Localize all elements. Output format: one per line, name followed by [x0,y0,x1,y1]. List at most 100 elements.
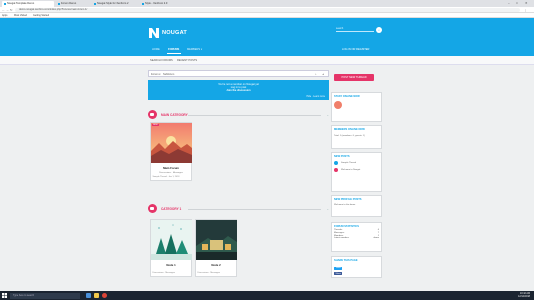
forum-filter-select[interactable]: Forum ▾ [151,73,161,76]
forum-card[interactable]: Node 2 Discussions · Messages [195,219,237,277]
share-page-block: SHARE THIS PAGE Tweet Share [331,256,382,278]
category-divider [188,115,321,116]
minimize-icon[interactable]: – [508,1,510,5]
taskbar-clock[interactable]: 10:42 AM 12/14/2018 [518,292,530,298]
forum-thumbnail [196,220,237,260]
category-header: CATEGORY 1 ⌄ [148,204,329,214]
category-divider [188,209,321,210]
maximize-icon[interactable]: □ [516,1,518,5]
stat-label: Latest member: [334,237,350,240]
forward-arrow-icon[interactable]: → [6,8,9,12]
notice-join-link[interactable]: Join the discussion [148,89,329,92]
forum-counts: Discussions · Messages [197,272,220,274]
task-view-icon[interactable] [86,293,91,298]
forum-statistics-block: FORUM STATISTICS Threads: 4 Messages: 7 Me… [331,222,382,252]
forum-title[interactable]: Node 2 [196,263,236,267]
close-icon[interactable]: ✕ [525,1,528,5]
chrome-icon[interactable] [102,293,107,298]
members-online-block: MEMBERS ONLINE NOW Total: 1 (members: 0,… [331,125,382,149]
search-underline [336,31,374,32]
category-header: MAIN CATEGORY ⌄ [148,110,329,120]
subforum-filter[interactable]: Subforum [163,73,174,76]
tweet-button[interactable]: Tweet [334,266,343,270]
nav-members[interactable]: MEMBERS ▾ [187,48,202,51]
forum-card[interactable]: Node 1 Discussions · Messages [150,219,192,277]
site-header: NOUGAT search ⌕ HOME FORUMS MEMBERS ▾ LO… [0,18,534,56]
forum-title[interactable]: Main Forum [151,166,191,170]
block-title: SHARE THIS PAGE [334,259,358,262]
browser-tab-label: Nougat Template Demo [7,2,35,5]
forum-title[interactable]: Node 1 [151,263,191,267]
reload-icon[interactable]: ↻ [10,8,13,12]
search-input[interactable]: search [336,27,343,30]
clock-date: 12/14/2018 [518,295,530,299]
sub-navigation: SEARCH FORUMS RECENT POSTS [0,56,534,65]
nav-active-indicator [167,53,181,54]
header-search[interactable]: search [336,26,380,32]
category-title[interactable]: CATEGORY 1 [161,207,181,211]
bookmark-item[interactable]: Most Visited [14,14,27,17]
site-brand[interactable]: NOUGAT [162,30,187,36]
forum-thumbnail [151,220,192,260]
login-register-link[interactable]: LOG IN OR REGISTER [342,48,369,51]
block-title: MEMBERS ONLINE NOW [334,128,365,131]
night-lanterns-illustration [196,220,237,260]
category-title[interactable]: MAIN CATEGORY [161,113,188,117]
back-arrow-icon[interactable]: ← [2,8,5,12]
new-post-title[interactable]: Welcome to Nougat [339,169,362,172]
new-posts-block: NEW POSTS Sample Thread Welcome to Nouga… [331,152,382,192]
new-post-item[interactable]: Welcome to Nougat [332,168,381,172]
block-title: NEW POSTS [334,155,350,158]
stat-row: Latest member: demo [332,237,381,240]
stat-value[interactable]: demo [374,237,379,240]
block-title: NEW PROFILE POSTS [334,198,362,201]
site-favicon-icon [141,2,144,6]
browser-tab-label: Style - XenForo 2.0 [145,2,168,5]
nav-forums[interactable]: FORUMS [168,48,179,51]
forum-counts: Discussions · Messages [152,272,175,274]
category-chat-icon [148,110,157,119]
os-taskbar: Type here to search 10:42 AM 12/14/2018 [0,291,534,300]
nougat-logo-icon[interactable] [148,27,160,39]
block-title: STAFF ONLINE NOW [334,95,360,98]
profile-post-item[interactable]: Welcome to the demo [332,204,381,207]
forum-thumbnail: NEW [151,123,192,163]
search-forums-link[interactable]: SEARCH FORUMS [150,59,173,62]
search-icon[interactable]: ⌕ [376,27,382,33]
browser-tabbar: Nougat Template Demo Forum Demo Nougat S… [0,0,534,7]
notice-dismiss-links[interactable]: Hide · Learn more [306,96,325,98]
browser-tab-label: Nougat Style for XenForo 2 [97,2,129,5]
forum-filter-row: Forum ▾ Subforum ⌕ ⇥ [148,70,329,77]
filter-arrow-icon[interactable]: ⇥ [322,73,324,76]
nav-home[interactable]: HOME [152,48,160,51]
new-profile-posts-block: NEW PROFILE POSTS Welcome to the demo [331,195,382,217]
site-favicon-icon [93,2,96,6]
collapse-arrow-icon[interactable]: ⌄ [326,207,329,211]
filter-search-icon[interactable]: ⌕ [315,73,316,76]
staff-avatar[interactable] [334,101,342,109]
taskbar-search-input[interactable]: Type here to search [10,292,80,299]
site-favicon-icon [3,2,6,6]
browser-menu-icon[interactable]: ⋮ [524,8,527,12]
facebook-share-button[interactable]: Share [334,272,343,275]
category-chat-icon [148,204,157,213]
staff-online-block: STAFF ONLINE NOW [331,92,382,122]
post-new-thread-button[interactable]: POST NEW THREAD [334,74,374,81]
new-post-title[interactable]: Sample Thread [339,162,358,165]
windows-start-icon[interactable] [2,293,7,298]
winter-trees-illustration [151,220,192,260]
forum-card[interactable]: NEW Main Forum Discussions · Messages Sa… [150,122,192,181]
browser-tab-label: Forum Demo [61,2,77,5]
new-post-item[interactable]: Sample Thread [332,161,381,165]
members-online-count: Total: 1 (members: 0, guests: 1) [334,135,365,137]
collapse-arrow-icon[interactable]: ⌄ [326,113,329,117]
file-explorer-icon[interactable] [94,293,99,298]
site-favicon-icon [57,2,60,6]
bookmark-item[interactable]: Apps [2,14,7,17]
forum-latest-post[interactable]: Sample Thread · Jan 1, 2018 [151,174,191,180]
bookmark-item[interactable]: Getting Started [33,14,49,17]
guest-notice: You're not a member on Nougat yet Log in… [148,80,329,100]
recent-posts-link[interactable]: RECENT POSTS [177,59,197,62]
url-field[interactable]: demo.nougat.xenforo.com/index.php?forums… [15,8,520,12]
sunset-mountains-illustration [151,123,192,163]
